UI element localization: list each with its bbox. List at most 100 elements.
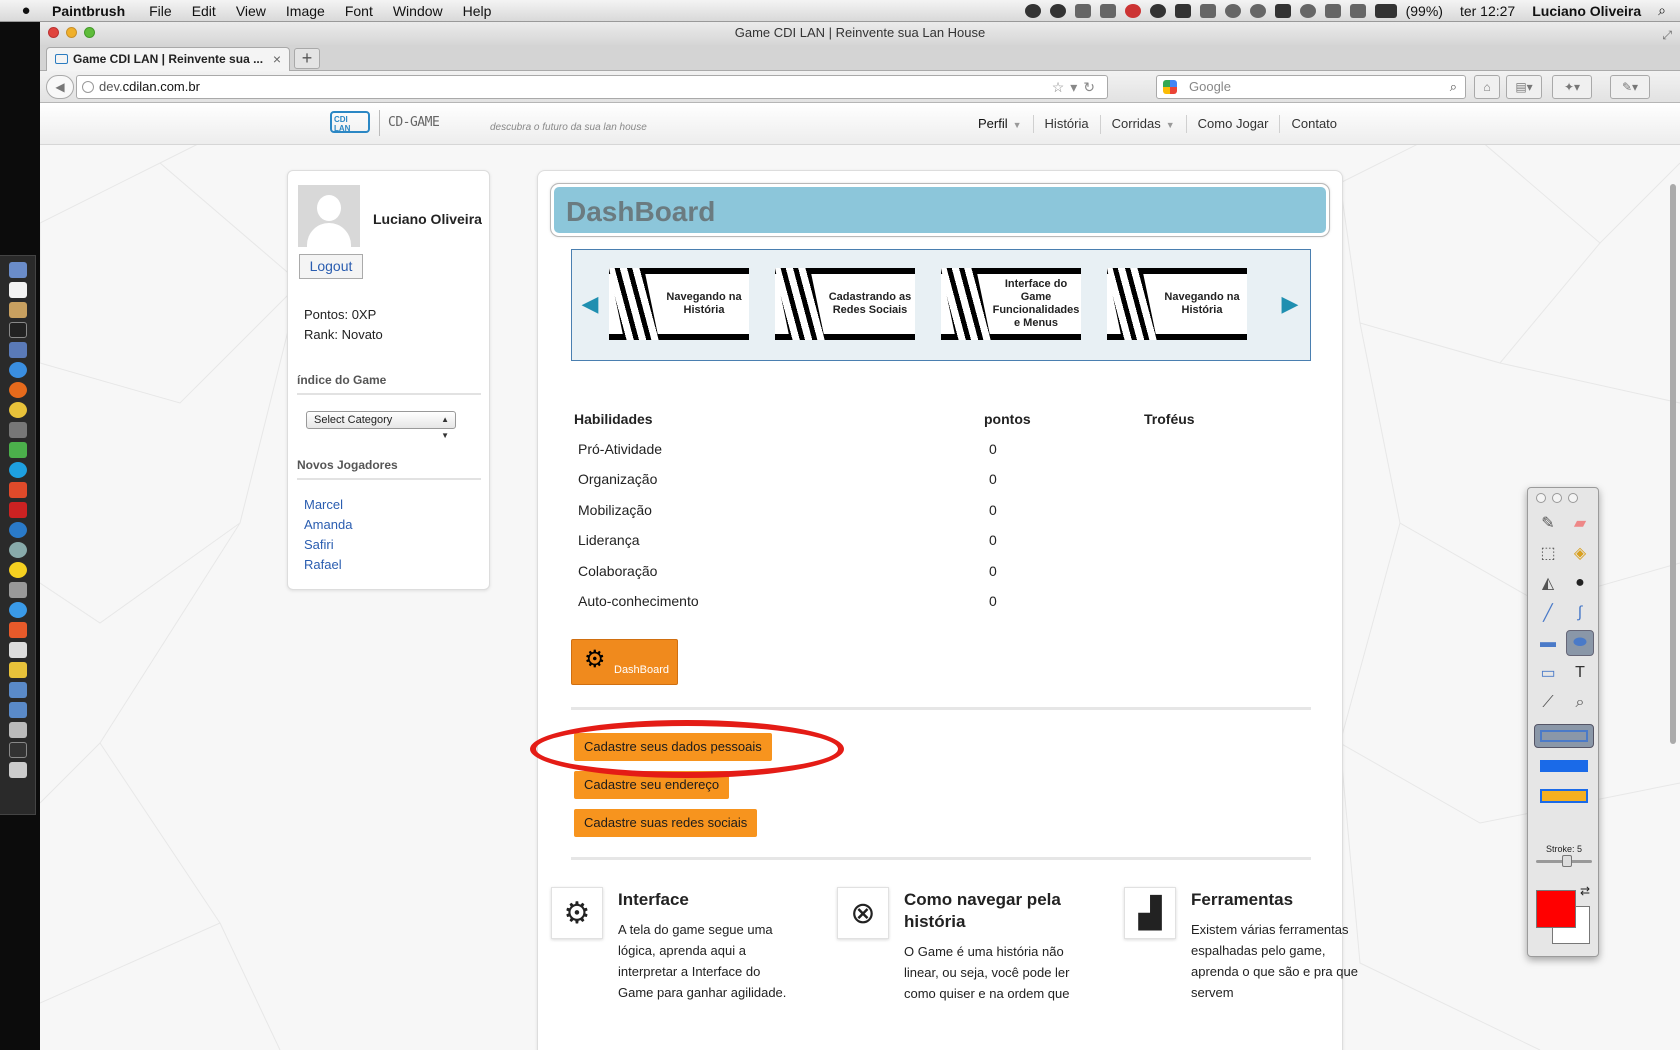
stroke-slider[interactable] (1536, 855, 1592, 867)
bookmark-reload-icons[interactable]: ☆▾↻ (1052, 76, 1101, 98)
notes-dock-icon[interactable] (8, 302, 27, 318)
stroke-slider-knob[interactable] (1562, 855, 1572, 867)
menu-file[interactable]: File (139, 0, 182, 22)
search-icon[interactable]: ⌕ (1450, 76, 1457, 98)
preview-dock-icon[interactable] (8, 342, 27, 358)
outline-fill-option[interactable] (1534, 724, 1594, 748)
player-link[interactable]: Amanda (304, 515, 352, 535)
tools-button[interactable]: ✎▾ (1610, 75, 1650, 99)
select-lasso-tool-icon[interactable]: ◈ (1566, 540, 1594, 566)
bookmarks-button[interactable]: ▤▾ (1506, 75, 1542, 99)
tab-active[interactable]: Game CDI LAN | Reinvente sua ... × (46, 47, 290, 71)
nav-historia[interactable]: História (1032, 115, 1100, 133)
select-rect-tool-icon[interactable]: ⬚ (1534, 540, 1562, 566)
eraser-tool-icon[interactable]: ▰ (1566, 510, 1594, 536)
console-dock-icon[interactable] (8, 742, 27, 758)
clipboard-tray-icon[interactable] (1074, 3, 1091, 18)
addon-button[interactable]: ✦▾ (1552, 75, 1592, 99)
evernote-tray-icon[interactable] (1174, 3, 1191, 18)
nav-como-jogar[interactable]: Como Jogar (1185, 115, 1280, 133)
compass-icon[interactable]: ⊗ (837, 887, 889, 939)
player-link[interactable]: Marcel (304, 495, 352, 515)
player-link[interactable]: Safiri (304, 535, 352, 555)
social-networks-button[interactable]: Cadastre suas redes sociais (574, 809, 758, 837)
bluetooth-icon[interactable] (1299, 3, 1316, 18)
time-machine-dock-icon[interactable] (8, 542, 27, 558)
menu-edit[interactable]: Edit (182, 0, 226, 22)
volume-icon[interactable] (1349, 3, 1366, 18)
news-dock-icon[interactable] (8, 482, 27, 498)
preferences-dock-icon[interactable] (8, 582, 27, 598)
fill-only-option[interactable] (1534, 754, 1594, 778)
menu-window[interactable]: Window (383, 0, 453, 22)
menu-image[interactable]: Image (276, 0, 335, 22)
eyedropper-tool-icon[interactable]: ⟋ (1534, 690, 1562, 716)
filezilla-dock-icon[interactable] (8, 502, 27, 518)
evernote-dock-icon[interactable] (8, 442, 27, 458)
site-name[interactable]: CD-GAME (388, 115, 440, 130)
rounded-rect-tool-icon[interactable]: ▭ (1534, 660, 1562, 686)
curve-tool-icon[interactable]: ∫ (1566, 600, 1594, 626)
cyberduck-dock-icon[interactable] (8, 562, 27, 578)
firefox-dock-icon[interactable] (8, 382, 27, 398)
skype-dock-icon[interactable] (8, 462, 27, 478)
carousel-item[interactable]: Navegando na História (609, 268, 749, 340)
terminal-dock-icon[interactable] (8, 322, 27, 338)
documents-dock-icon[interactable] (8, 722, 27, 738)
close-window-button[interactable] (48, 27, 59, 38)
appstore-dock-icon[interactable] (8, 602, 27, 618)
fill-bucket-tool-icon[interactable]: ◭ (1534, 570, 1562, 596)
tools-icon[interactable]: ▟ (1124, 887, 1176, 939)
spotlight-search-icon[interactable]: ⌕ (1658, 2, 1666, 19)
carousel-item[interactable]: Interface do Game Funcionalidades e Menu… (941, 268, 1081, 340)
feature-title[interactable]: Ferramentas (1191, 889, 1371, 911)
itunes-dock-icon[interactable] (8, 522, 27, 538)
zoom-window-button[interactable] (84, 27, 95, 38)
trash-dock-icon[interactable] (8, 762, 27, 778)
zoom-tool-icon[interactable]: ⌕ (1566, 690, 1594, 716)
nav-corridas[interactable]: Corridas ▼ (1099, 114, 1186, 134)
sync-icon[interactable] (1224, 3, 1241, 18)
display-tray-icon[interactable] (1099, 3, 1116, 18)
outline-and-fill-option[interactable] (1534, 784, 1594, 808)
monitor-icon[interactable] (1274, 3, 1291, 18)
foreground-color-well[interactable] (1536, 890, 1576, 928)
face-tray-icon[interactable] (1149, 3, 1166, 18)
folder-dock-icon[interactable] (8, 682, 27, 698)
battery-icon[interactable] (1374, 3, 1397, 18)
fullscreen-icon[interactable]: ⤢ (1662, 25, 1672, 46)
carousel-item[interactable]: Navegando na História (1107, 268, 1247, 340)
new-tab-button[interactable]: + (294, 48, 320, 69)
tab-close-icon[interactable]: × (273, 48, 281, 70)
app-menu[interactable]: Paintbrush (40, 0, 139, 22)
feature-title[interactable]: Como navegar pela história (904, 889, 1084, 933)
feature-title[interactable]: Interface (618, 889, 798, 911)
safari-dock-icon[interactable] (8, 362, 27, 378)
scroll-thumb[interactable] (1670, 184, 1676, 744)
keyboard-tray-icon[interactable] (1199, 3, 1216, 18)
search-input[interactable]: Google ⌕ (1156, 75, 1466, 99)
google-icon[interactable] (1163, 80, 1177, 94)
brush-tool-icon[interactable]: ✎ (1534, 510, 1562, 536)
paintbrush-dock-icon[interactable] (8, 662, 27, 678)
rectangle-tool-icon[interactable]: ▬ (1534, 630, 1562, 656)
user-menu[interactable]: Luciano Oliveira (1532, 3, 1641, 19)
apple-menu-icon[interactable]: ● (12, 2, 40, 19)
home-button[interactable]: ⌂ (1474, 75, 1500, 99)
menu-font[interactable]: Font (335, 0, 383, 22)
dashboard-button[interactable]: ⚙ DashBoard (571, 639, 678, 685)
app2-dock-icon[interactable] (8, 622, 27, 638)
site-logo-icon[interactable]: CDI LAN (330, 111, 370, 133)
tray-app-icon[interactable] (1049, 3, 1066, 18)
time-machine-icon[interactable] (1249, 3, 1266, 18)
infinity-tray-icon[interactable] (1124, 3, 1141, 18)
ellipse-tool-icon[interactable]: ⬬ (1566, 630, 1594, 656)
url-input[interactable]: dev.cdilan.com.br ☆▾↻ (76, 75, 1108, 99)
carousel-prev-icon[interactable]: ◀ (578, 292, 602, 316)
app-dock-icon[interactable] (8, 422, 27, 438)
nav-contato[interactable]: Contato (1279, 115, 1348, 133)
bomb-tool-icon[interactable]: ● (1566, 570, 1594, 596)
back-button[interactable]: ◀ (46, 75, 74, 99)
downloads-dock-icon[interactable] (8, 702, 27, 718)
nav-perfil[interactable]: Perfil ▼ (967, 115, 1033, 134)
